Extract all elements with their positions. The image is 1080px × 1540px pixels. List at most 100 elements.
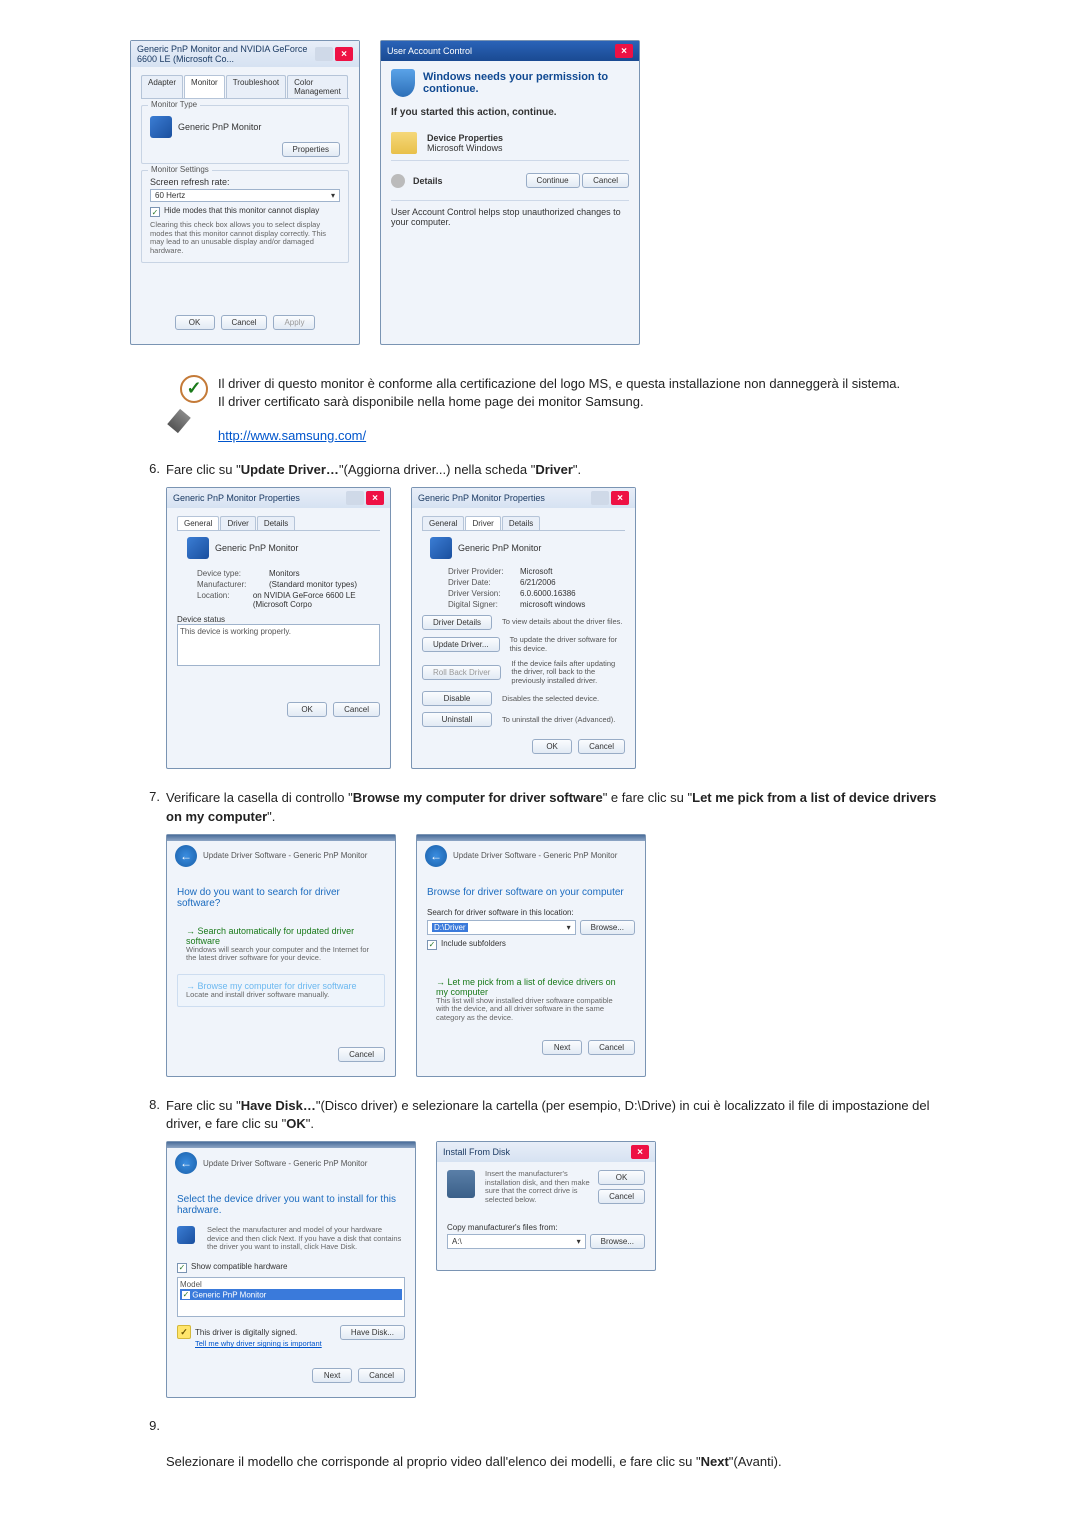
close-icon[interactable]: ×	[611, 491, 629, 505]
have-disk-button[interactable]: Have Disk...	[340, 1325, 405, 1340]
ok-button[interactable]: OK	[532, 739, 572, 754]
window-titlebar: Generic PnP Monitor and NVIDIA GeForce 6…	[131, 41, 359, 67]
uac-dialog: User Account Control × Windows needs you…	[380, 40, 640, 345]
wizard-title: Browse for driver software on your compu…	[427, 887, 635, 898]
certification-note: ✓ Il driver di questo monitor è conforme…	[180, 375, 950, 446]
cancel-button[interactable]: Cancel	[588, 1040, 635, 1055]
hide-modes-checkbox[interactable]: ✓	[150, 207, 160, 217]
note-line-2: Il driver certificato sarà disponibile n…	[218, 393, 900, 411]
tab-general[interactable]: General	[177, 516, 219, 530]
path-combobox[interactable]: D:\Driver▾	[427, 920, 576, 935]
ok-button[interactable]: OK	[598, 1170, 645, 1185]
check-circle-icon: ✓	[180, 375, 208, 403]
back-arrow-icon[interactable]: ←	[175, 1152, 197, 1174]
cancel-button[interactable]: Cancel	[333, 702, 380, 717]
model-row-selected[interactable]: ✓ Generic PnP Monitor	[180, 1289, 402, 1301]
ok-button[interactable]: OK	[175, 315, 215, 330]
tab-troubleshoot[interactable]: Troubleshoot	[226, 75, 286, 98]
samsung-link[interactable]: http://www.samsung.com/	[218, 428, 366, 443]
uac-headline: Windows needs your permission to contion…	[423, 71, 629, 95]
browse-button[interactable]: Browse...	[590, 1234, 645, 1249]
signing-link[interactable]: Tell me why driver signing is important	[195, 1339, 322, 1348]
uac-device-properties: Device Properties	[427, 133, 503, 143]
monitor-settings-label: Monitor Settings	[148, 165, 212, 174]
install-from-disk-dialog: Install From Disk × Insert the manufactu…	[436, 1141, 656, 1271]
device-status-text: This device is working properly.	[177, 624, 380, 666]
window-titlebar: Generic PnP Monitor Properties ×	[167, 488, 390, 508]
details-toggle[interactable]: Details	[413, 176, 443, 186]
cancel-button[interactable]: Cancel	[582, 173, 629, 188]
disable-button[interactable]: Disable	[422, 691, 492, 706]
continue-button[interactable]: Continue	[526, 173, 580, 188]
search-location-label: Search for driver software in this locat…	[427, 908, 635, 917]
close-icon[interactable]: ×	[335, 47, 353, 61]
next-button[interactable]: Next	[542, 1040, 582, 1055]
uac-subtext: If you started this action, continue.	[391, 107, 629, 118]
device-name: Generic PnP Monitor	[458, 543, 541, 553]
tab-details[interactable]: Details	[502, 516, 540, 530]
tab-driver[interactable]: Driver	[220, 516, 255, 530]
device-status-label: Device status	[177, 615, 380, 624]
close-icon[interactable]: ×	[631, 1145, 649, 1159]
monitor-icon	[150, 116, 172, 138]
close-icon[interactable]: ×	[366, 491, 384, 505]
option-browse-computer[interactable]: → Browse my computer for driver software…	[177, 974, 385, 1007]
step-8: 8. Fare clic su "Have Disk…"(Disco drive…	[130, 1097, 950, 1133]
back-arrow-icon[interactable]: ←	[175, 845, 197, 867]
back-arrow-icon[interactable]: ←	[425, 845, 447, 867]
close-icon[interactable]: ×	[615, 44, 633, 58]
driver-details-button[interactable]: Driver Details	[422, 615, 492, 630]
properties-button[interactable]: Properties	[282, 142, 340, 157]
update-driver-wizard-search: ←Update Driver Software - Generic PnP Mo…	[166, 834, 396, 1077]
cancel-button[interactable]: Cancel	[338, 1047, 385, 1062]
window-title: Generic PnP Monitor Properties	[173, 493, 300, 503]
uninstall-button[interactable]: Uninstall	[422, 712, 492, 727]
option-let-me-pick[interactable]: → Let me pick from a list of device driv…	[427, 970, 635, 1030]
signed-label: This driver is digitally signed.	[195, 1328, 297, 1337]
step-7: 7. Verificare la casella di controllo "B…	[130, 789, 950, 825]
device-name: Generic PnP Monitor	[215, 543, 298, 553]
monitor-general-properties-dialog: Generic PnP Monitor Properties × General…	[166, 487, 391, 769]
update-driver-button[interactable]: Update Driver...	[422, 637, 500, 652]
monitor-driver-properties-dialog: Generic PnP Monitor Properties × General…	[411, 487, 636, 769]
rollback-driver-button[interactable]: Roll Back Driver	[422, 665, 501, 680]
tab-general[interactable]: General	[422, 516, 464, 530]
window-titlebar: Install From Disk ×	[437, 1142, 655, 1162]
window-title: User Account Control	[387, 46, 472, 56]
minimize-icon[interactable]	[591, 491, 609, 505]
minimize-icon[interactable]	[315, 47, 333, 61]
option-search-auto[interactable]: → Search automatically for updated drive…	[177, 919, 385, 970]
next-button[interactable]: Next	[312, 1368, 352, 1383]
tabs: Adapter Monitor Troubleshoot Color Manag…	[141, 75, 349, 99]
include-subfolders-checkbox[interactable]: ✓	[427, 940, 437, 950]
minimize-icon[interactable]	[346, 491, 364, 505]
refresh-rate-select[interactable]: 60 Hertz▾	[150, 189, 340, 202]
hide-modes-label: Hide modes that this monitor cannot disp…	[164, 206, 319, 215]
show-compatible-checkbox[interactable]: ✓	[177, 1263, 187, 1273]
tab-adapter[interactable]: Adapter	[141, 75, 183, 98]
monitor-properties-dialog: Generic PnP Monitor and NVIDIA GeForce 6…	[130, 40, 360, 345]
wizard-note: Select the manufacturer and model of you…	[207, 1226, 405, 1252]
cancel-button[interactable]: Cancel	[598, 1189, 645, 1204]
model-column-header: Model	[180, 1280, 402, 1289]
tab-color-management[interactable]: Color Management	[287, 75, 348, 98]
window-titlebar: User Account Control ×	[381, 41, 639, 61]
cancel-button[interactable]: Cancel	[578, 739, 625, 754]
cancel-button[interactable]: Cancel	[221, 315, 268, 330]
program-icon	[391, 132, 417, 154]
tab-monitor[interactable]: Monitor	[184, 75, 225, 98]
step-6: 6. Fare clic su "Update Driver…"(Aggiorn…	[130, 461, 950, 479]
breadcrumb: Update Driver Software - Generic PnP Mon…	[453, 851, 617, 860]
hide-modes-note: Clearing this check box allows you to se…	[150, 221, 340, 256]
apply-button[interactable]: Apply	[273, 315, 315, 330]
path-combobox[interactable]: A:\▾	[447, 1234, 586, 1249]
cancel-button[interactable]: Cancel	[358, 1368, 405, 1383]
tab-driver[interactable]: Driver	[465, 516, 500, 530]
browse-button[interactable]: Browse...	[580, 920, 635, 935]
monitor-type-label: Monitor Type	[148, 100, 200, 109]
window-title: Generic PnP Monitor and NVIDIA GeForce 6…	[137, 44, 315, 64]
ok-button[interactable]: OK	[287, 702, 327, 717]
monitor-icon	[430, 537, 452, 559]
chevron-down-icon[interactable]	[391, 174, 405, 188]
tab-details[interactable]: Details	[257, 516, 295, 530]
